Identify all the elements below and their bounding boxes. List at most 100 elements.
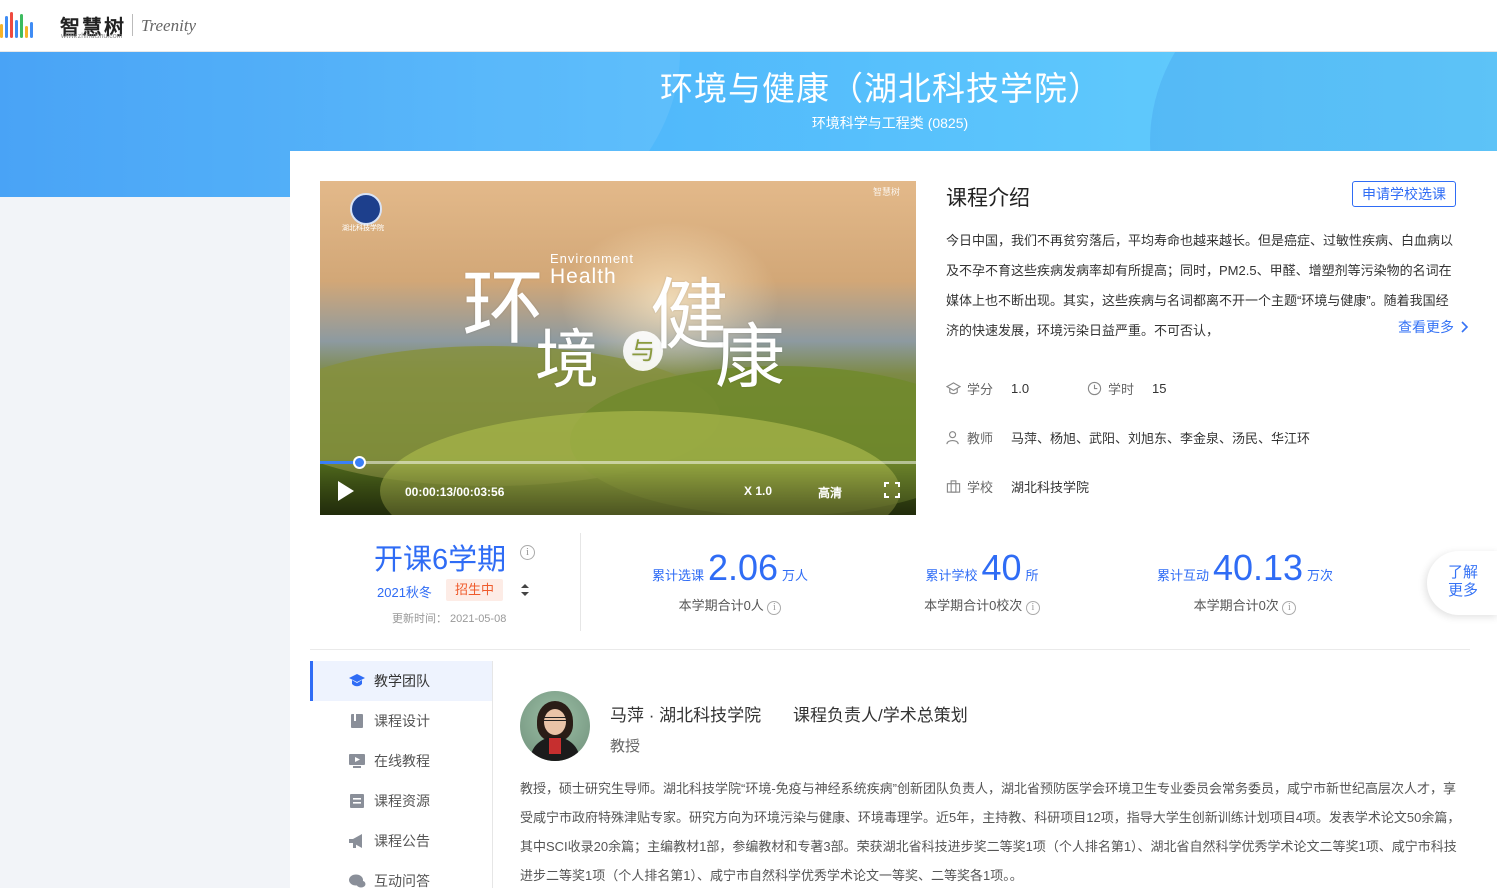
semester-selector[interactable]: 2021秋冬 xyxy=(377,582,432,601)
nav-item-announcements[interactable]: 课程公告 xyxy=(310,821,493,861)
avatar-face xyxy=(544,709,566,735)
video-emblem-label: 湖北科技学院 xyxy=(342,225,384,232)
info-icon[interactable]: i xyxy=(767,601,782,615)
school-building-icon xyxy=(946,480,961,493)
nav-label: 互动问答 xyxy=(374,873,430,888)
stat-sub: 本学期合计0人 xyxy=(678,598,764,613)
video-english-subtitle: Environment xyxy=(550,251,634,266)
teacher-role: 课程负责人/学术总策划 xyxy=(793,706,968,725)
teacher-name: 马萍 · 湖北科技学院 xyxy=(610,706,762,725)
info-icon[interactable]: i xyxy=(520,545,535,560)
learn-more-line: 了解 xyxy=(1447,564,1478,581)
avatar-glasses xyxy=(544,717,566,721)
logo-bar xyxy=(5,16,8,38)
playback-speed-button[interactable]: X 1.0 xyxy=(744,484,772,498)
nav-item-teaching-team[interactable]: 教学团队 xyxy=(310,661,493,701)
credit-label: 学分 xyxy=(967,382,994,397)
course-section-nav: 教学团队 课程设计 在线教程 课程资源 课程公告 互动问答 xyxy=(310,661,493,888)
fullscreen-icon[interactable] xyxy=(884,482,900,498)
teacher-icon xyxy=(946,431,959,445)
resource-list-icon xyxy=(350,794,364,808)
course-category: 环境科学与工程类 (0825) xyxy=(811,115,969,131)
logo-bar xyxy=(0,24,3,38)
stat-sub: 本学期合计0次 xyxy=(1193,598,1279,613)
stat-label: 累计学校 xyxy=(925,568,978,583)
course-title: 环境与健康（湖北科技学院） xyxy=(660,70,1102,107)
hours-value: 15 xyxy=(1152,381,1167,396)
graduation-cap-icon xyxy=(946,382,961,395)
semester-count-title: 开课6学期 xyxy=(374,544,507,576)
clock-icon xyxy=(1087,381,1102,396)
view-more-label: 查看更多 xyxy=(1398,319,1454,335)
megaphone-icon xyxy=(349,834,362,848)
teachers-meta: 教师 马萍、杨旭、武阳、刘旭东、李金泉、汤民、华江环 xyxy=(946,428,1310,447)
teacher-avatar[interactable] xyxy=(520,691,590,761)
learn-more-line: 更多 xyxy=(1447,582,1478,599)
info-icon[interactable]: i xyxy=(1282,601,1297,615)
stat-value: 40.13 xyxy=(1212,547,1304,588)
logo-bar xyxy=(30,22,33,38)
credit-value: 1.0 xyxy=(1011,381,1030,396)
teacher-bio: 教授，硕士研究生导师。湖北科技学院“环境-免疫与神经系统疾病”创新团队负责人，湖… xyxy=(520,781,1461,883)
school-label: 学校 xyxy=(967,480,994,495)
stats-divider xyxy=(580,533,581,631)
treenity-logo[interactable]: Treenity xyxy=(141,16,196,36)
stat-value: 40 xyxy=(981,547,1022,588)
stat-label: 累计选课 xyxy=(651,568,704,583)
stat-unit: 所 xyxy=(1025,568,1039,583)
stat-interactions: 累计互动 40.13 万次 本学期合计0次 i xyxy=(1135,547,1355,615)
university-emblem-icon xyxy=(350,193,382,225)
quality-button[interactable]: 高清 xyxy=(818,484,842,501)
section-divider xyxy=(310,649,1470,650)
video-progress-bar[interactable] xyxy=(320,456,916,469)
top-header: 智慧树 www.zhihuishu.com Treenity xyxy=(0,0,1497,52)
school-value: 湖北科技学院 xyxy=(1011,480,1090,495)
info-icon[interactable]: i xyxy=(1025,601,1040,615)
video-controls: 00:00:13/00:03:56 X 1.0 高清 xyxy=(320,456,916,515)
logo-bar xyxy=(20,14,23,38)
video-progress-handle[interactable] xyxy=(353,456,367,469)
chevron-right-icon xyxy=(1461,321,1469,333)
learn-more-button[interactable]: 了解 更多 xyxy=(1427,551,1497,615)
stat-schools: 累计学校 40 所 本学期合计0校次 i xyxy=(882,547,1082,615)
nav-item-course-design[interactable]: 课程设计 xyxy=(310,701,493,741)
play-icon[interactable] xyxy=(338,481,354,501)
intro-heading: 课程介绍 xyxy=(946,187,1030,210)
stat-label: 累计互动 xyxy=(1156,568,1209,583)
stat-value: 2.06 xyxy=(707,547,779,588)
nav-item-qa[interactable]: 互动问答 xyxy=(310,861,493,888)
nav-item-course-resources[interactable]: 课程资源 xyxy=(310,781,493,821)
course-detail-card: 湖北科技学院 智慧树 环 境 与 健 康 Environment Health … xyxy=(290,151,1497,888)
logo-bar xyxy=(10,12,13,38)
video-watermark: 智慧树 xyxy=(872,187,900,197)
video-player[interactable]: 湖北科技学院 智慧树 环 境 与 健 康 Environment Health … xyxy=(320,181,916,515)
logo-bar xyxy=(25,26,28,38)
video-time: 00:00:13/00:03:56 xyxy=(405,485,505,499)
updated-time: 更新时间： 2021-05-08 xyxy=(392,613,507,625)
video-title-glyph: 环 xyxy=(462,261,545,356)
stat-unit: 万人 xyxy=(782,568,809,583)
stat-enrollments: 累计选课 2.06 万人 本学期合计0人 i xyxy=(620,547,840,615)
video-english-title: Health xyxy=(550,265,617,288)
hours-meta: 学时 15 xyxy=(1087,379,1166,398)
logo-divider xyxy=(132,14,133,36)
nav-label: 课程公告 xyxy=(374,833,430,849)
stat-sub: 本学期合计0校次 xyxy=(924,598,1023,613)
stat-unit: 万次 xyxy=(1307,568,1334,583)
nav-divider xyxy=(492,661,493,888)
credit-meta: 学分 1.0 xyxy=(946,379,1029,398)
nav-item-online-tutorial[interactable]: 在线教程 xyxy=(310,741,493,781)
book-icon xyxy=(351,714,363,728)
chat-bubble-icon xyxy=(349,874,366,888)
logo-url: www.zhihuishu.com xyxy=(61,33,123,40)
apply-school-enroll-button[interactable]: 申请学校选课 xyxy=(1352,181,1456,207)
sort-toggle-icon[interactable] xyxy=(520,583,530,597)
nav-label: 课程设计 xyxy=(374,713,430,729)
logo-bar xyxy=(15,20,18,38)
avatar-shirt xyxy=(549,738,561,754)
zhihuishu-logo-icon[interactable] xyxy=(0,10,33,38)
nav-label: 教学团队 xyxy=(374,673,430,689)
school-meta: 学校 湖北科技学院 xyxy=(946,477,1089,496)
enrollment-status-badge: 招生中 xyxy=(446,579,504,601)
view-more-link[interactable]: 查看更多 xyxy=(1378,317,1470,337)
